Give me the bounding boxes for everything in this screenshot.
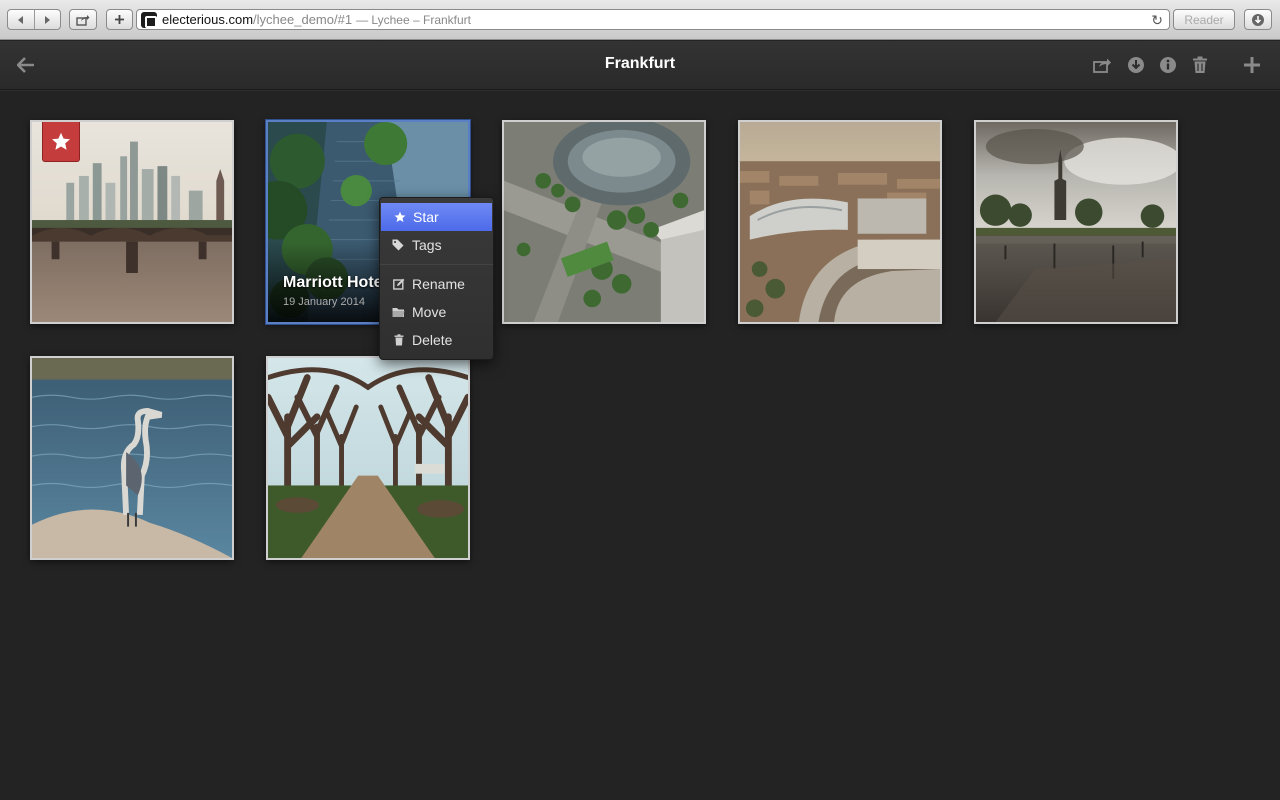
- download-circle-icon: [1128, 57, 1144, 73]
- photo-thumbnail[interactable]: [30, 120, 234, 324]
- photo-thumbnail[interactable]: [502, 120, 706, 324]
- album-info-button[interactable]: [1157, 54, 1179, 76]
- photo-tree-alley: [268, 358, 468, 558]
- download-album-button[interactable]: [1125, 54, 1147, 76]
- photo-title: Marriott Hotel: [283, 274, 387, 291]
- browser-nav-buttons: [7, 9, 61, 30]
- back-button[interactable]: [8, 10, 34, 29]
- browser-share-button[interactable]: [69, 9, 97, 30]
- share-icon: [1092, 58, 1111, 73]
- menu-item-star[interactable]: Star: [381, 203, 492, 231]
- starred-badge: [42, 122, 80, 162]
- url-path: /lychee_demo/#1: [253, 12, 353, 27]
- page-title-in-address: — Lychee – Frankfurt: [356, 12, 471, 27]
- add-button[interactable]: [1241, 54, 1263, 76]
- photo-heron: [32, 358, 232, 558]
- photo-thumbnail[interactable]: [30, 356, 234, 560]
- menu-item-rename[interactable]: Rename: [380, 270, 493, 298]
- delete-album-button[interactable]: [1189, 54, 1211, 76]
- forward-arrow-icon: [45, 15, 51, 24]
- plus-icon: [115, 15, 124, 24]
- photo-thumbnail[interactable]: [738, 120, 942, 324]
- tag-icon: [392, 239, 405, 251]
- menu-item-delete[interactable]: Delete: [380, 326, 493, 354]
- url-domain: electerious.com: [162, 12, 254, 27]
- star-icon: [393, 211, 406, 223]
- photo-thumbnail[interactable]: [266, 356, 470, 560]
- menu-item-move[interactable]: Move: [380, 298, 493, 326]
- menu-item-tags[interactable]: Tags: [380, 231, 493, 259]
- folder-icon: [392, 307, 405, 318]
- browser-toolbar: electerious.com/lychee_demo/#1 — Lychee …: [0, 0, 1280, 40]
- share-album-button[interactable]: [1091, 54, 1113, 76]
- trash-icon: [1193, 56, 1207, 73]
- plus-icon: [1244, 57, 1260, 73]
- star-icon: [52, 132, 70, 150]
- edit-icon: [392, 278, 405, 290]
- new-tab-button[interactable]: [106, 9, 133, 30]
- menu-separator: [380, 264, 493, 265]
- context-menu: Star Tags Rename Move Delete: [379, 197, 494, 360]
- photo-date: 19 January 2014: [283, 296, 365, 308]
- menu-item-label: Delete: [412, 332, 453, 348]
- address-bar[interactable]: electerious.com/lychee_demo/#1 — Lychee …: [136, 9, 1170, 30]
- trash-icon: [392, 334, 405, 346]
- menu-item-label: Rename: [412, 276, 465, 292]
- site-favicon-icon: [141, 11, 157, 28]
- photo-rainy-plaza: [976, 122, 1176, 322]
- menu-item-label: Move: [412, 304, 447, 320]
- info-icon: [1160, 57, 1176, 73]
- download-icon: [1252, 13, 1264, 26]
- menu-item-label: Tags: [412, 237, 442, 253]
- downloads-button[interactable]: [1244, 9, 1272, 30]
- share-icon: [76, 14, 90, 26]
- forward-button[interactable]: [33, 10, 60, 29]
- album-title[interactable]: Frankfurt: [0, 55, 1280, 73]
- app-header: Frankfurt: [0, 41, 1280, 90]
- photo-thumbnail[interactable]: [974, 120, 1178, 324]
- menu-item-label: Star: [413, 209, 439, 225]
- photo-aerial-roundabout: [504, 122, 704, 322]
- reload-icon[interactable]: ↻: [1151, 12, 1163, 29]
- reader-button[interactable]: Reader: [1173, 9, 1235, 30]
- photo-aerial-stadium: [740, 122, 940, 322]
- back-arrow-icon: [17, 15, 23, 24]
